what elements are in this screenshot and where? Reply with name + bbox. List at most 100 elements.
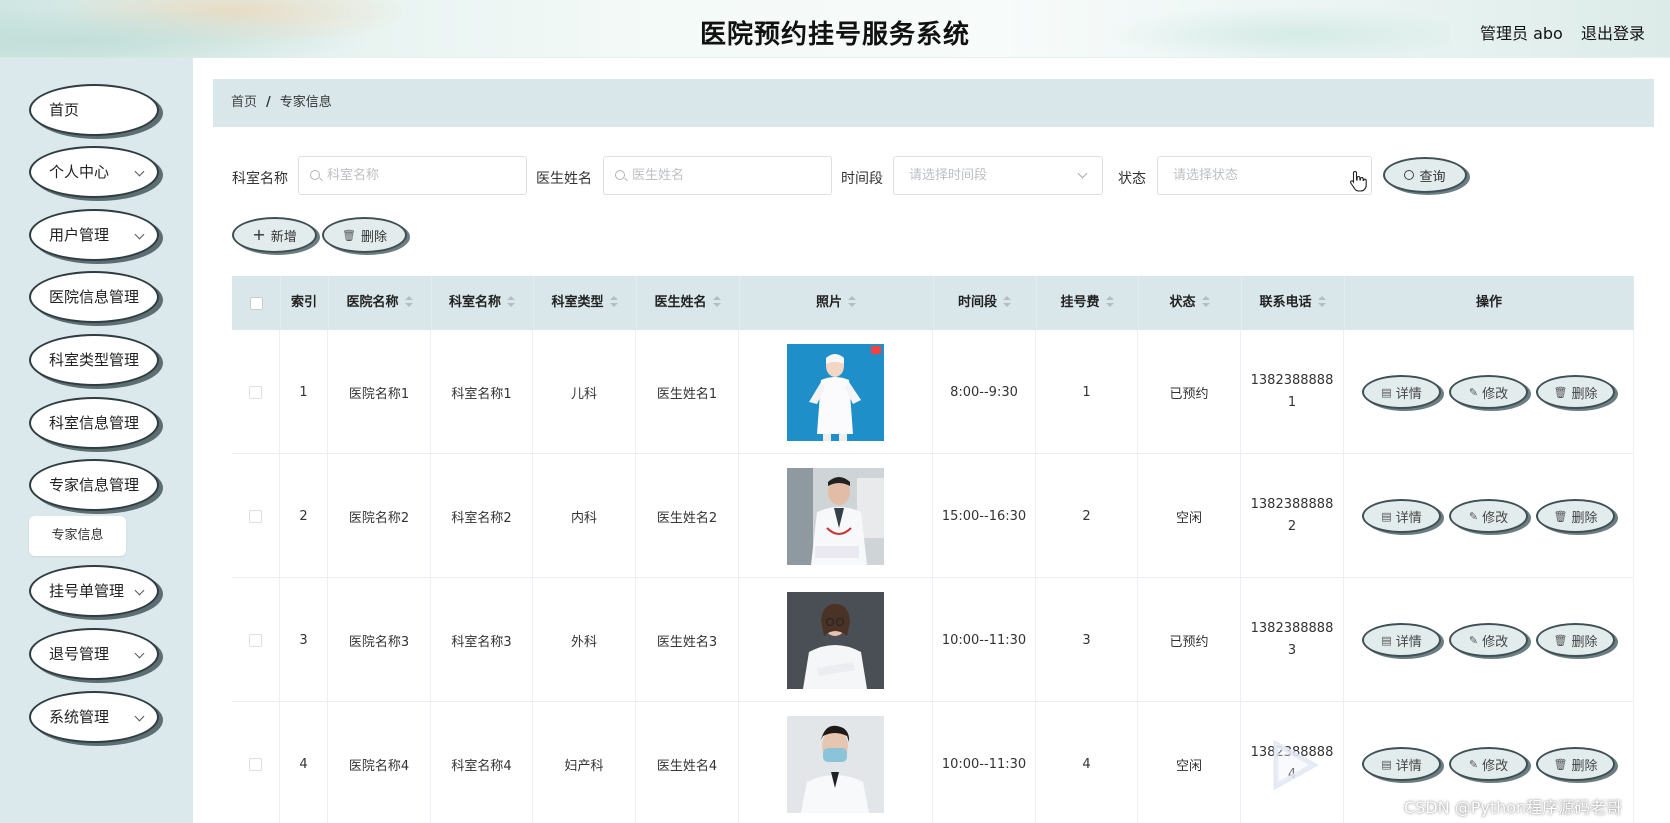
edit-button[interactable]: ✎ 修改 [1449,499,1528,533]
col-dept-type[interactable]: 科室类型 [533,276,636,330]
dept-cell: 科室名称2 [431,454,533,578]
contact-phone: 13823888882 [1250,497,1334,534]
sidebar-item-personal-center[interactable]: 个人中心 [29,146,159,198]
plus-icon: + [252,225,266,244]
detail-label: 详情 [1395,758,1422,774]
sort-icon[interactable] [1317,296,1326,307]
col-phone[interactable]: 联系电话 [1241,276,1344,330]
actions-cell: ▤ 详情 ✎ 修改 🗑 删除 [1344,330,1634,454]
doctor-photo[interactable] [787,343,884,441]
row-checkbox[interactable] [249,633,262,647]
time-cell: 10:00--11:30 [933,578,1036,702]
col-status[interactable]: 状态 [1138,276,1241,330]
detail-button[interactable]: ▤ 详情 [1362,375,1441,409]
pencil-icon: ✎ [1468,633,1479,647]
dept-name-input[interactable] [327,157,518,194]
sort-icon[interactable] [1105,296,1114,307]
sidebar-item-label: 医院信息管理 [49,288,140,306]
col-hospital-name[interactable]: 医院名称 [328,276,431,330]
edit-button[interactable]: ✎ 修改 [1449,375,1528,409]
doctor-name-input[interactable] [632,157,823,194]
index-cell: 3 [280,578,328,702]
sidebar-item-user-management[interactable]: 用户管理 [29,209,159,261]
row-index: 1 [299,384,308,400]
table-row: 3 医院名称3 科室名称3 外科 医生姓名3 10:00--11:30 3 已预约 138238… [232,578,1634,702]
sidebar-item-label: 个人中心 [49,163,110,181]
sidebar-item-label: 系统管理 [49,708,110,726]
sidebar-item-system[interactable]: 系统管理 [29,691,159,743]
delete-button[interactable]: 🗑 删除 [1536,375,1615,409]
edit-button[interactable]: ✎ 修改 [1449,747,1528,781]
trash-icon: 🗑 [1553,757,1568,771]
document-icon: ▤ [1381,757,1392,771]
sort-icon[interactable] [507,296,515,307]
col-doctor-name[interactable]: 医生姓名 [636,276,739,330]
sidebar-item-registration[interactable]: 挂号单管理 [29,565,159,617]
doctor-photo[interactable] [787,591,884,689]
col-dept-name[interactable]: 科室名称 [431,276,533,330]
row-checkbox[interactable] [249,385,262,399]
detail-button[interactable]: ▤ 详情 [1362,623,1441,657]
registration-fee: 3 [1082,632,1091,648]
status-select[interactable]: 请选择状态 [1157,156,1372,195]
breadcrumb-current: 专家信息 [279,95,332,110]
sidebar-item-home[interactable]: 首页 [29,84,159,136]
sort-icon[interactable] [1003,296,1011,307]
dept-type: 外科 [570,634,597,650]
dept-type: 内科 [570,510,597,526]
sort-icon[interactable] [609,296,618,307]
doctor-photo[interactable] [787,467,884,565]
pencil-icon: ✎ [1468,757,1479,771]
photo-cell [739,454,933,578]
actions-cell: ▤ 详情 ✎ 修改 🗑 删除 [1344,454,1634,578]
delete-button[interactable]: 🗑 删除 [1536,499,1615,533]
dept-type-cell: 外科 [533,578,636,702]
add-button[interactable]: + 新增 [232,217,317,253]
hand-cursor-icon [1350,170,1367,192]
dept-name: 科室名称2 [451,510,512,526]
sidebar-item-label: 专家信息管理 [49,476,140,494]
hospital-name: 医院名称3 [348,634,410,650]
batch-delete-button[interactable]: 🗑 删除 [322,217,407,253]
status: 已预约 [1169,634,1209,650]
delete-button[interactable]: 🗑 删除 [1536,747,1615,781]
sidebar-item-hospital-info[interactable]: 医院信息管理 [29,271,159,323]
status: 空闲 [1175,510,1202,526]
row-index: 3 [299,632,308,648]
row-checkbox[interactable] [249,509,262,523]
breadcrumb-home[interactable]: 首页 [231,95,257,110]
dept-type-cell: 内科 [533,454,636,578]
select-all-checkbox[interactable] [249,296,263,310]
time-slot: 8:00--9:30 [950,384,1018,400]
sort-icon[interactable] [404,296,413,307]
row-actions: ▤ 详情 ✎ 修改 🗑 删除 [1362,623,1615,657]
sort-icon[interactable] [712,296,721,307]
detail-button[interactable]: ▤ 详情 [1362,499,1441,533]
sidebar-item-dept-info[interactable]: 科室信息管理 [29,397,159,449]
col-photo[interactable]: 照片 [739,276,933,330]
row-checkbox[interactable] [249,757,262,771]
col-fee[interactable]: 挂号费 [1036,276,1138,330]
col-time-slot[interactable]: 时间段 [933,276,1036,330]
sort-icon[interactable] [1201,296,1210,307]
sidebar-subitem-expert-info[interactable]: 专家信息 [29,516,126,556]
time-slot-select[interactable]: 请选择时间段 [893,156,1103,195]
chevron-down-icon [134,166,145,177]
delete-button[interactable]: 🗑 删除 [1536,623,1615,657]
sort-icon[interactable] [848,296,856,307]
checkbox-cell [232,454,280,578]
sidebar-item-dept-type[interactable]: 科室类型管理 [29,334,159,386]
photo-cell [739,330,933,454]
edit-button[interactable]: ✎ 修改 [1449,623,1528,657]
query-button-label: 查询 [1419,169,1446,185]
sidebar-item-expert-info[interactable]: 专家信息管理 [29,459,159,511]
hospital-cell: 医院名称4 [328,702,431,823]
doctor-photo[interactable] [787,715,884,813]
logout-link[interactable]: 退出登录 [1581,20,1645,44]
query-button[interactable]: 查询 [1383,157,1467,193]
chevron-down-icon [134,648,145,659]
detail-button[interactable]: ▤ 详情 [1362,747,1441,781]
sidebar-item-refund[interactable]: 退号管理 [29,628,159,680]
document-icon: ▤ [1381,385,1392,399]
watermark-logo-icon [1273,740,1320,790]
